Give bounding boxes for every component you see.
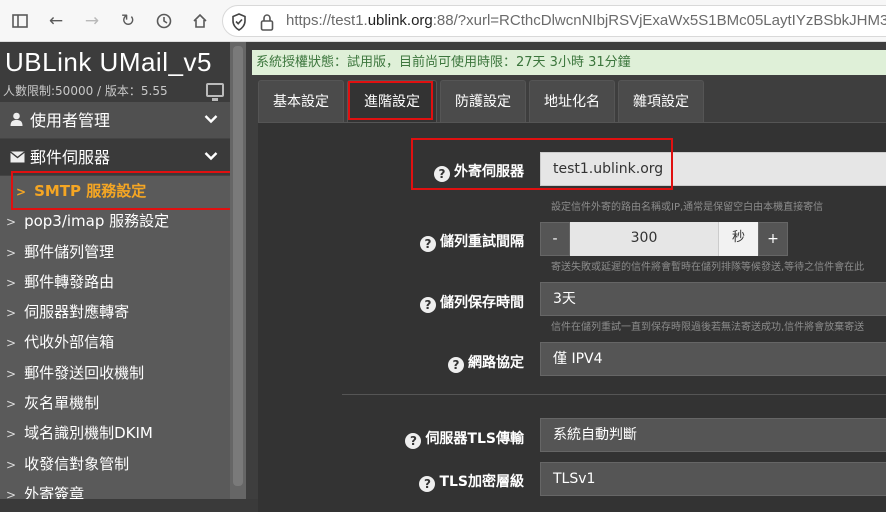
outbound-server-label: ? 外寄伺服器 [434,161,524,182]
section-divider [342,394,886,395]
chevron-right-icon: > [6,487,17,499]
chevron-right-icon: > [16,185,27,199]
tls-level-label: ? TLS加密層級 [419,471,524,492]
protocol-label: ? 網路協定 [448,352,524,373]
chevron-right-icon: > [6,215,17,230]
tls-transfer-label: ? 伺服器TLS傳輸 [405,428,524,449]
sidebar-item-smtp[interactable]: > SMTP 服務設定 [0,176,230,206]
chevron-right-icon: > [6,397,17,412]
retention-select[interactable]: 3天 [540,282,886,316]
chevron-right-icon: > [6,427,17,442]
chevron-down-icon [204,139,218,176]
chevron-right-icon: > [6,457,17,472]
sidebar-item-pop3-imap[interactable]: > pop3/imap 服務設定 [0,206,230,236]
sidebar-item-signature[interactable]: > 外寄簽章 [0,479,230,499]
retry-interval-input[interactable]: 300 [570,222,718,256]
chevron-right-icon: > [6,306,17,321]
sidebar-scrollbar[interactable] [230,42,246,499]
protocol-select[interactable]: 僅 IPV4 [540,342,886,376]
sidebar-item-recall[interactable]: > 郵件發送回收機制 [0,358,230,388]
menu-user-management[interactable]: 使用者管理 [0,102,230,139]
sidebar-item-forwarding[interactable]: > 伺服器對應轉寄 [0,297,230,327]
scrollbar-thumb[interactable] [233,46,243,486]
tls-transfer-select[interactable]: 系統自動判斷 [540,418,886,452]
outbound-server-input[interactable]: test1.ublink.org [540,152,886,186]
increment-button[interactable]: + [758,222,788,256]
retention-label: ? 儲列保存時間 [420,292,524,313]
url-text[interactable]: https://test1.ublink.org:88/?xurl=RCthcD… [286,12,886,29]
retention-hint: 信件在儲列重試一直到保存時限過後若無法寄送成功,信件將會放棄寄送 [551,322,865,333]
sidebar-toggle-icon[interactable] [8,9,32,33]
retry-interval-hint: 寄送失敗或延遲的信件將會暫時在儲列排隊等候發送,等待之信件會在此 [551,262,865,273]
retry-interval-label: ? 儲列重試間隔 [420,231,524,252]
browser-toolbar: ← → ↻ https://test1.ublink.org:88/?xurl=… [0,0,886,42]
app-brand: UBLink UMail_v5 [0,42,230,80]
decrement-button[interactable]: - [540,222,570,256]
chevron-right-icon: > [6,245,17,260]
version-text: 人數限制:50000 / 版本：5.55 [3,84,168,98]
license-status-bar: 系統授權狀態：試用版，目前尚可使用時限：27天 3小時 31分鐘 [252,50,886,75]
home-icon[interactable] [188,9,212,33]
monitor-icon[interactable] [206,83,224,101]
sidebar-item-dkim[interactable]: > 域名識別機制DKIM [0,418,230,448]
reload-icon[interactable]: ↻ [116,9,140,33]
sidebar-item-queue[interactable]: > 郵件儲列管理 [0,237,230,267]
tab-misc[interactable]: 雜項設定 [618,80,704,122]
sidebar-item-external-mailbox[interactable]: > 代收外部信箱 [0,327,230,357]
tls-level-select[interactable]: TLSv1 [540,462,886,496]
help-icon[interactable]: ? [419,476,436,492]
forward-icon[interactable]: → [80,9,104,33]
tab-advanced[interactable]: 進階設定 [347,80,437,122]
history-icon[interactable] [152,9,176,33]
back-icon[interactable]: ← [44,9,68,33]
sidebar-item-routing[interactable]: > 郵件轉發路由 [0,267,230,297]
tab-protection[interactable]: 防護設定 [440,80,526,122]
license-info: 人數限制:50000 / 版本：5.55 [0,80,230,102]
help-icon[interactable]: ? [448,357,464,373]
help-icon[interactable]: ? [405,433,422,449]
sidebar-item-recipient-control[interactable]: > 收發信對象管制 [0,449,230,479]
help-icon[interactable]: ? [420,236,436,252]
help-icon[interactable]: ? [434,166,450,182]
sidebar-item-greylist[interactable]: > 灰名單機制 [0,388,230,418]
unit-seconds: 秒 [718,222,758,256]
envelope-icon [10,141,26,178]
address-bar[interactable]: https://test1.ublink.org:88/?xurl=RCthcD… [222,5,886,37]
chevron-right-icon: > [6,366,17,381]
outbound-server-hint: 設定信件外寄的路由名稱或IP,通常是保留空白由本機直接寄信 [551,202,824,213]
lock-icon[interactable] [259,13,275,31]
help-icon[interactable]: ? [420,297,436,313]
user-icon [10,104,26,141]
chevron-right-icon: > [6,275,17,290]
menu-mail-server[interactable]: 郵件伺服器 [0,139,230,176]
chevron-right-icon: > [6,336,17,351]
tab-alias[interactable]: 地址化名 [529,80,615,122]
tab-basic[interactable]: 基本設定 [258,80,344,122]
shield-icon[interactable] [231,13,247,31]
main-content: 系統授權狀態：試用版，目前尚可使用時限：27天 3小時 31分鐘 基本設定 進階… [246,42,886,512]
sidebar: UBLink UMail_v5 人數限制:50000 / 版本：5.55 使用者… [0,42,230,499]
chevron-down-icon [204,102,218,139]
